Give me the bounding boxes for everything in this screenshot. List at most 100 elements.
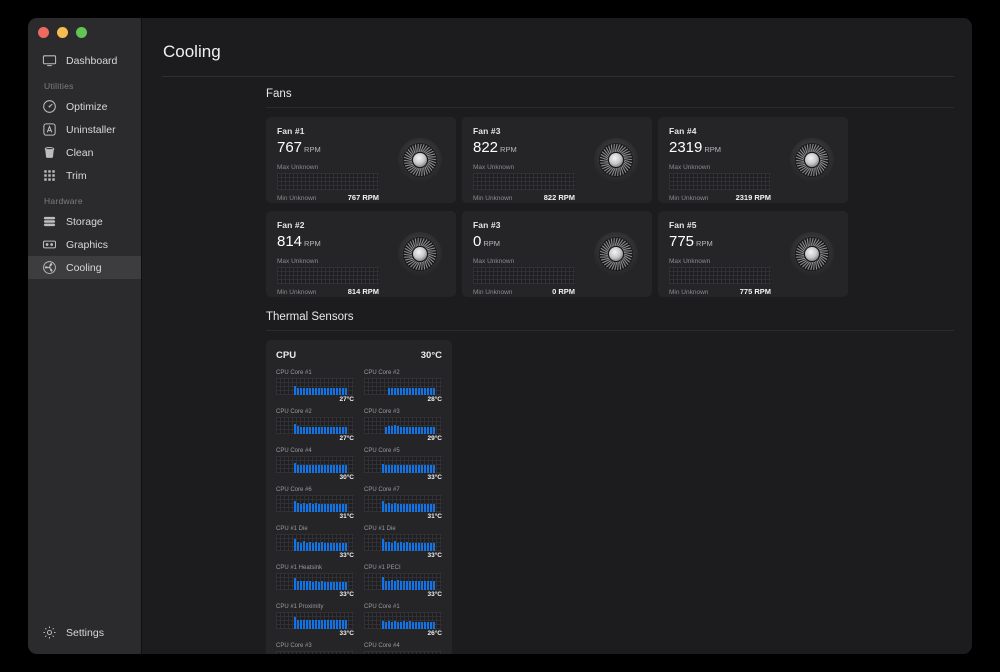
fan-name: Fan #1 xyxy=(277,126,305,136)
page-title: Cooling xyxy=(163,42,221,61)
fan-min-label: Min Unknown xyxy=(277,195,317,202)
fan-history-graph xyxy=(669,267,771,284)
thermal-sensor: CPU Core #1 26°C xyxy=(364,604,442,637)
sensor-value: 28°C xyxy=(427,396,442,403)
sensor-history-graph xyxy=(364,612,442,629)
minimize-window-button[interactable] xyxy=(57,27,68,38)
sidebar-item-label: Clean xyxy=(66,146,94,159)
sidebar-item-storage[interactable]: Storage xyxy=(28,210,141,233)
fan-current-value: 767 RPM xyxy=(347,193,379,202)
fan-current-value: 822 RPM xyxy=(543,193,575,202)
thermal-sensor: CPU Core #2 27°C xyxy=(276,409,354,442)
fan-name: Fan #4 xyxy=(669,126,697,136)
fan-history-graph xyxy=(277,267,379,284)
sidebar-item-label: Trim xyxy=(66,169,87,182)
app-delete-icon xyxy=(42,122,57,137)
thermal-sensor: CPU Core #1 27°C xyxy=(276,370,354,403)
thermal-sensor: CPU Core #4 30°C xyxy=(276,448,354,481)
fan-icon xyxy=(42,260,57,275)
sensor-history-graph xyxy=(364,417,442,434)
speedometer-icon xyxy=(42,99,57,114)
sensor-name: CPU #1 Die xyxy=(364,526,396,532)
sidebar-item-label: Graphics xyxy=(66,238,109,251)
sensor-history-graph xyxy=(276,612,354,629)
sensor-value: 30°C xyxy=(339,474,354,481)
fan-history-graph xyxy=(473,267,575,284)
sidebar-item-label: Cooling xyxy=(66,261,102,274)
screen: Dashboard Utilities Optimize Uninstaller… xyxy=(0,0,1000,672)
sensor-history-graph xyxy=(276,573,354,590)
sidebar-nav: Dashboard Utilities Optimize Uninstaller… xyxy=(28,44,141,279)
fan-current-value: 2319 RPM xyxy=(735,193,771,202)
sidebar-item-label: Settings xyxy=(66,626,104,639)
sensor-name: CPU #1 PECI xyxy=(364,565,401,571)
gear-icon xyxy=(42,625,57,640)
sensor-history-graph xyxy=(364,456,442,473)
fans-section-title: Fans xyxy=(266,88,292,100)
sidebar-item-clean[interactable]: Clean xyxy=(28,141,141,164)
thermal-sensor: CPU #1 PECI 33°C xyxy=(364,565,442,598)
sensor-name: CPU Core #4 xyxy=(276,448,312,454)
sensor-value: 27°C xyxy=(339,396,354,403)
fan-history-graph xyxy=(473,173,575,190)
sensor-value: 33°C xyxy=(339,591,354,598)
sensor-value: 27°C xyxy=(339,435,354,442)
sidebar-item-settings[interactable]: Settings xyxy=(28,621,141,644)
main-content: Cooling Fans Fan #1 767 RPM Max Unknown M… xyxy=(142,18,972,654)
sensor-history-graph xyxy=(276,378,354,395)
sidebar-item-label: Optimize xyxy=(66,100,108,113)
sidebar-item-optimize[interactable]: Optimize xyxy=(28,95,141,118)
sensor-name: CPU Core #7 xyxy=(364,487,400,493)
sensor-name: CPU Core #6 xyxy=(276,487,312,493)
fan-name: Fan #2 xyxy=(277,220,305,230)
thermal-section-divider xyxy=(266,330,954,331)
sidebar-item-dashboard[interactable]: Dashboard xyxy=(28,49,141,72)
thermal-sensor: CPU #1 Die 33°C xyxy=(276,526,354,559)
sensor-history-graph xyxy=(276,495,354,512)
sensor-name: CPU Core #1 xyxy=(364,604,400,610)
sensor-name: CPU #1 Die xyxy=(276,526,308,532)
fan-current-value: 775 RPM xyxy=(739,287,771,296)
zoom-window-button[interactable] xyxy=(76,27,87,38)
fan-card: Fan #3 0 RPM Max Unknown Min Unknown 0 RP… xyxy=(462,211,652,297)
thermal-sensor: CPU Core #4 xyxy=(364,643,442,654)
app-window: Dashboard Utilities Optimize Uninstaller… xyxy=(28,18,972,654)
fan-min-label: Min Unknown xyxy=(669,195,709,202)
thermal-group-value: 30°C xyxy=(420,350,442,361)
sensor-name: CPU Core #1 xyxy=(276,370,312,376)
sidebar-item-label: Uninstaller xyxy=(66,123,116,136)
fan-min-label: Min Unknown xyxy=(669,289,709,296)
sensor-grid: CPU Core #1 27°C CPU Core #2 28°C CPU Core… xyxy=(276,370,442,654)
sensor-value: 33°C xyxy=(427,474,442,481)
fan-blower-icon xyxy=(789,137,835,183)
thermal-sensor: CPU Core #2 28°C xyxy=(364,370,442,403)
fan-history-graph xyxy=(669,173,771,190)
sensor-history-graph xyxy=(276,651,354,654)
sidebar-item-graphics[interactable]: Graphics xyxy=(28,233,141,256)
thermal-group-name: CPU xyxy=(276,350,297,361)
thermal-sensor: CPU #1 Heatsink 33°C xyxy=(276,565,354,598)
sidebar-item-uninstaller[interactable]: Uninstaller xyxy=(28,118,141,141)
sensor-value: 33°C xyxy=(427,552,442,559)
sensor-history-graph xyxy=(364,651,442,654)
sensor-history-graph xyxy=(364,495,442,512)
sensor-value: 33°C xyxy=(339,630,354,637)
sensor-value: 31°C xyxy=(427,513,442,520)
gpu-card-icon xyxy=(42,237,57,252)
sensor-history-graph xyxy=(276,456,354,473)
sidebar-group-utilities: Utilities xyxy=(44,81,74,91)
fan-name: Fan #5 xyxy=(669,220,697,230)
fan-card: Fan #2 814 RPM Max Unknown Min Unknown 81… xyxy=(266,211,456,297)
sensor-history-graph xyxy=(364,378,442,395)
sensor-history-graph xyxy=(364,573,442,590)
grid-dots-icon xyxy=(42,168,57,183)
close-window-button[interactable] xyxy=(38,27,49,38)
sensor-name: CPU Core #4 xyxy=(364,643,400,649)
sidebar-item-cooling[interactable]: Cooling xyxy=(28,256,141,279)
fan-name: Fan #3 xyxy=(473,220,501,230)
thermal-panel-cpu: CPU 30°C CPU Core #1 27°C CPU Core #2 28°… xyxy=(266,340,452,654)
fan-name: Fan #3 xyxy=(473,126,501,136)
fan-current-value: 0 RPM xyxy=(552,287,575,296)
sidebar-item-trim[interactable]: Trim xyxy=(28,164,141,187)
fan-min-label: Min Unknown xyxy=(277,289,317,296)
